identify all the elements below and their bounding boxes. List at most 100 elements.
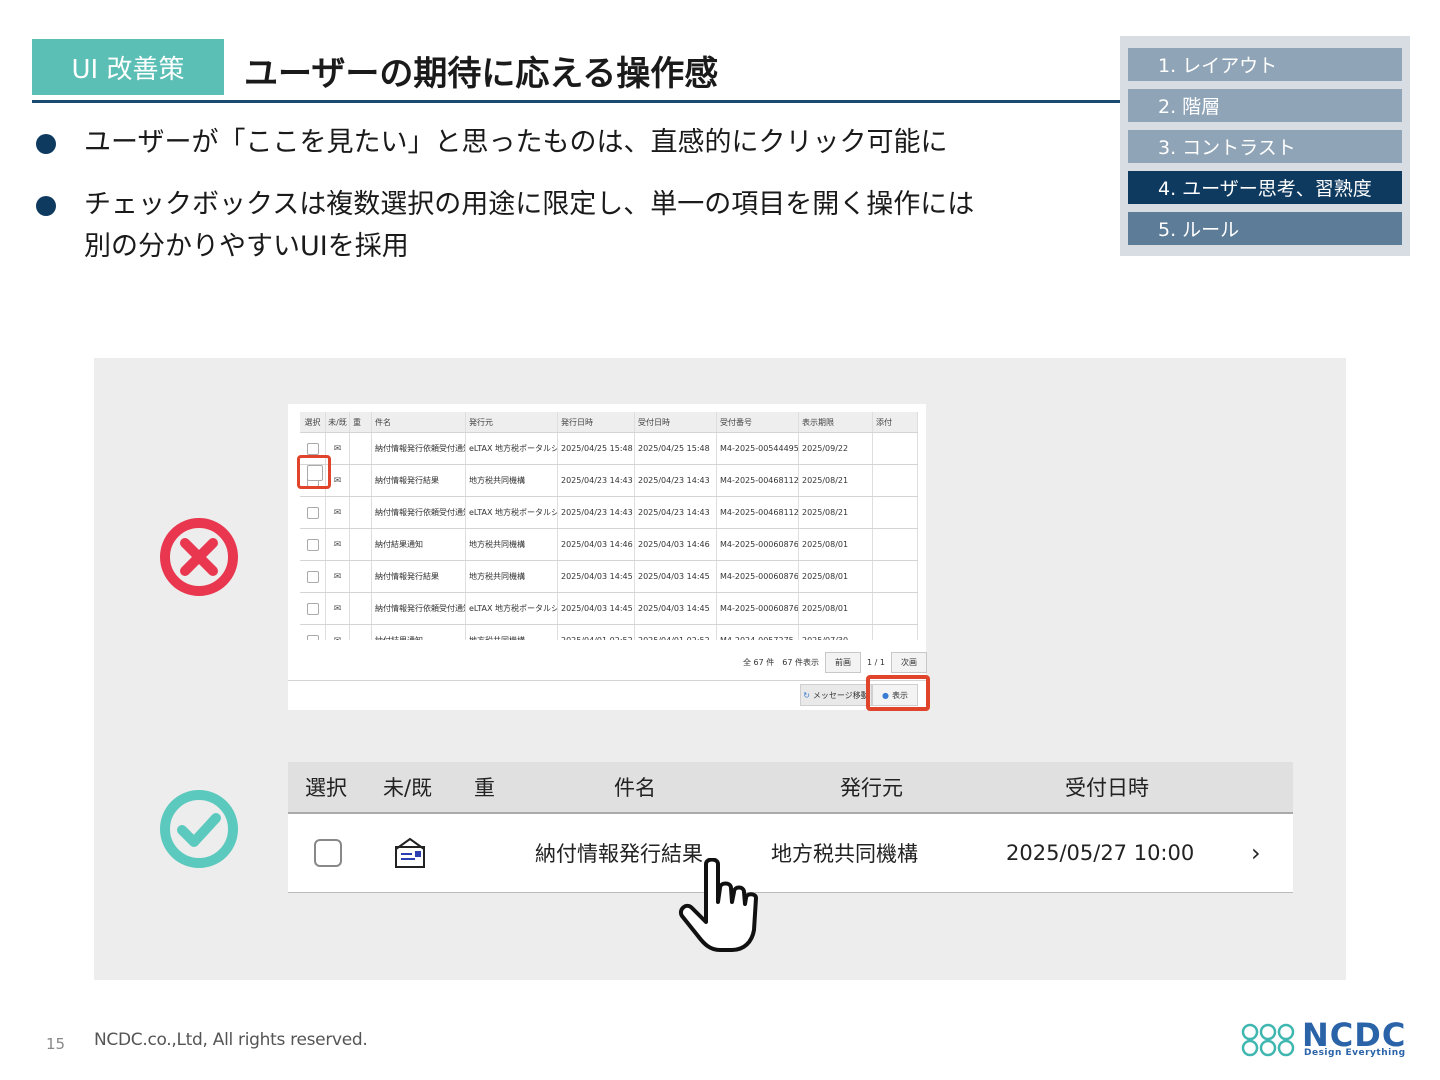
chevron-right-icon[interactable]: ›: [1251, 814, 1261, 892]
divider: [288, 680, 926, 681]
col-header-select: 選択: [305, 776, 347, 800]
checkbox-highlight: [297, 455, 331, 489]
row-checkbox-cell: [300, 593, 326, 624]
page-title: ユーザーの期待に応える操作感: [244, 54, 719, 94]
next-page-button[interactable]: 次画: [890, 652, 927, 673]
bullet-text: チェックボックスは複数選択の用途に限定し、単一の項目を開く操作には 別の分かりや…: [84, 184, 974, 268]
attachment-cell: [873, 625, 918, 640]
row-received-date: 2025/04/03 14:46: [635, 529, 717, 560]
envelope-icon: ✉: [333, 571, 342, 582]
row-checkbox[interactable]: [306, 506, 319, 519]
row-subject: 納付情報発行結果: [372, 465, 466, 496]
row-issued-date: 2025/04/03 14:46: [558, 529, 635, 560]
attachment-cell: [873, 433, 918, 464]
col-header: 表示期限: [799, 412, 873, 432]
row-issued-date: 2025/04/25 15:48: [558, 433, 635, 464]
bullet-item: チェックボックスは複数選択の用途に限定し、単一の項目を開く操作には 別の分かりや…: [36, 184, 1116, 268]
row-checkbox[interactable]: [306, 634, 319, 640]
row-received-date: 2025/04/03 14:45: [635, 593, 717, 624]
row-subject: 納付情報発行依頼受付通知: [372, 593, 466, 624]
table-row[interactable]: 納付情報発行結果 地方税共同機構 2025/05/27 10:00 ›: [288, 814, 1293, 893]
col-header: 受付番号: [717, 412, 799, 432]
row-subject: 納付情報発行依頼受付通知: [372, 433, 466, 464]
good-example-table: 選択 未/既 重 件名 発行元 受付日時 納付情報発行結果 地方税共同機構 20…: [288, 762, 1293, 893]
duplicate-cell: [350, 497, 372, 528]
prev-page-button[interactable]: 前画: [825, 652, 861, 673]
toc-item-contrast[interactable]: 3. コントラスト: [1128, 130, 1402, 163]
bad-table-body: ✉納付情報発行依頼受付通知eLTAX 地方税ポータルシステム2025/04/25…: [300, 433, 918, 640]
highlighted-checkbox[interactable]: [307, 465, 323, 481]
row-issued-date: 2025/04/03 14:45: [558, 593, 635, 624]
col-header: 受付日時: [635, 412, 717, 432]
row-issued-date: 2025/04/23 14:43: [558, 497, 635, 528]
bullet-item: ユーザーが「ここを見たい」と思ったものは、直感的にクリック可能に: [36, 122, 1116, 164]
attachment-cell: [873, 465, 918, 496]
envelope-icon: ✉: [333, 539, 342, 550]
envelope-icon: ✉: [333, 507, 342, 518]
row-issuer: 地方税共同機構: [771, 842, 918, 866]
toc-item-hierarchy[interactable]: 2. 階層: [1128, 89, 1402, 122]
bullet-text: ユーザーが「ここを見たい」と思ったものは、直感的にクリック可能に: [84, 127, 948, 158]
bullet-text-line: 別の分かりやすいUIを採用: [84, 231, 409, 262]
col-header-dup: 重: [474, 776, 495, 800]
pager: 全 67 件 67 件表示 前画 1 / 1 次画: [743, 652, 927, 673]
bullet-list: ユーザーが「ここを見たい」と思ったものは、直感的にクリック可能に チェックボック…: [36, 122, 1116, 288]
pager-summary: 全 67 件 67 件表示: [743, 658, 819, 667]
envelope-icon: ✉: [334, 636, 342, 641]
logo-subtitle: Design Everything: [1304, 1048, 1406, 1058]
bad-table-header: 選択 未/既 重 件名 発行元 発行日時 受付日時 受付番号 表示期限 添付: [300, 412, 918, 433]
toc-item-user-thinking[interactable]: 4. ユーザー思考、習熟度: [1128, 171, 1402, 204]
row-issuer: 地方税共同機構: [466, 625, 558, 640]
envelope-icon: [395, 837, 425, 868]
col-header: 未/既: [326, 412, 350, 432]
row-subject: 納付情報発行依頼受付通知: [372, 497, 466, 528]
envelope-icon: ✉: [333, 443, 342, 454]
row-issued-date: 2025/04/23 14:43: [558, 465, 635, 496]
copyright-text: NCDC.co.,Ltd, All rights reserved.: [94, 1030, 368, 1050]
col-header: 添付: [873, 412, 918, 432]
col-header-issuer: 発行元: [840, 776, 903, 800]
table-row: ✉納付情報発行依頼受付通知eLTAX 地方税ポータルシステム2025/04/23…: [300, 497, 918, 529]
row-issuer: eLTAX 地方税ポータルシステム: [466, 593, 558, 624]
read-status-cell: ✉: [326, 561, 350, 592]
col-header: 件名: [372, 412, 466, 432]
message-move-label: メッセージ移動: [812, 690, 869, 700]
row-due-date: 2025/07/30: [799, 625, 873, 640]
bullet-dot: [36, 196, 56, 216]
col-header: 重: [350, 412, 372, 432]
envelope-icon: ✉: [333, 603, 342, 614]
col-header: 選択: [300, 412, 326, 432]
refresh-icon: ↻: [803, 690, 810, 700]
row-due-date: 2025/09/22: [799, 433, 873, 464]
row-issued-date: 2025/04/01 02:52: [558, 625, 635, 640]
row-checkbox[interactable]: [306, 602, 319, 615]
row-checkbox[interactable]: [306, 538, 319, 551]
hand-pointer-icon: [679, 858, 758, 952]
good-table-header: 選択 未/既 重 件名 発行元 受付日時: [288, 762, 1293, 814]
duplicate-cell: [350, 561, 372, 592]
duplicate-cell: [350, 529, 372, 560]
attachment-cell: [873, 561, 918, 592]
row-received-date: 2025/04/23 14:43: [635, 465, 717, 496]
row-checkbox[interactable]: [306, 442, 319, 455]
col-header-subject: 件名: [614, 776, 656, 800]
row-subject: 納付結果通知: [372, 625, 466, 640]
row-receipt-number: M4-2025-00468112: [717, 497, 799, 528]
row-receipt-number: M4-2024-0057275: [717, 625, 799, 640]
message-move-button[interactable]: ↻ メッセージ移動: [800, 684, 872, 706]
row-checkbox-cell: [300, 529, 326, 560]
table-of-contents: 1. レイアウト 2. 階層 3. コントラスト 4. ユーザー思考、習熟度 5…: [1120, 36, 1410, 256]
row-checkbox[interactable]: [306, 570, 319, 583]
col-header: 発行元: [466, 412, 558, 432]
read-status-cell: ✉: [326, 497, 350, 528]
duplicate-cell: [350, 433, 372, 464]
row-receipt-number: M4-2025-00060876: [717, 593, 799, 624]
read-status-cell: ✉: [326, 593, 350, 624]
row-checkbox-cell: [314, 814, 342, 892]
section-tag: UI 改善策: [32, 39, 224, 95]
row-checkbox[interactable]: [314, 839, 342, 867]
toc-item-layout[interactable]: 1. レイアウト: [1128, 48, 1402, 81]
toc-item-rules[interactable]: 5. ルール: [1128, 212, 1402, 245]
duplicate-cell: [350, 625, 372, 640]
row-checkbox-cell: [300, 625, 326, 640]
